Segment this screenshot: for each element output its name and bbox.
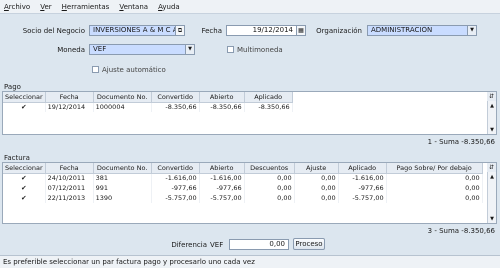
cell-abierto: -977,66 — [199, 183, 245, 193]
cell-abierto: -5.757,00 — [199, 193, 245, 203]
cell-convertido: -977,66 — [151, 183, 200, 193]
cell-convertido: -5.757,00 — [151, 193, 200, 203]
factura-col-header[interactable]: Descuentos — [244, 163, 295, 174]
table-settings-icon[interactable]: ⇵ — [487, 92, 496, 101]
cell-sobre: 0,00 — [386, 193, 483, 203]
cell-aplicado[interactable]: -977,66 — [338, 183, 387, 193]
factura-col-header[interactable]: Documento No. — [93, 163, 152, 174]
select-checkbox[interactable]: ✔ — [3, 173, 46, 183]
cell-fecha: 24/10/2011 — [45, 173, 94, 183]
table-row[interactable]: ✔ 22/11/2013 1390 -5.757,00 -5.757,00 0,… — [3, 193, 483, 203]
scroll-up-icon[interactable]: ▲ — [488, 173, 496, 181]
proceso-button[interactable]: Proceso — [293, 238, 325, 250]
menu-bar: Archivo Ver Herramientas Ventana Ayuda — [0, 0, 500, 14]
cell-ajuste[interactable]: 0,00 — [294, 183, 339, 193]
diferencia-currency: VEF — [210, 241, 224, 249]
pago-table-panel: Seleccionar Fecha Documento No. Converti… — [2, 91, 497, 135]
factura-summary: 3 - Suma -8.350,66 — [427, 227, 495, 235]
fecha-label: Fecha — [201, 27, 222, 35]
moneda-select[interactable]: VEF ▼ — [89, 44, 195, 55]
cell-fecha: 07/12/2011 — [45, 183, 94, 193]
pago-col-header[interactable]: Seleccionar — [3, 92, 46, 103]
pago-title: Pago — [4, 83, 21, 91]
menu-herramientas[interactable]: Herramientas — [62, 3, 110, 11]
factura-col-header[interactable]: Pago Sobre/ Por debajo — [386, 163, 483, 174]
pago-col-header[interactable]: Documento No. — [93, 92, 152, 103]
table-row[interactable]: ✔ 24/10/2011 381 -1.616,00 -1.616,00 0,0… — [3, 173, 483, 183]
lookup-icon[interactable]: ⧉ — [175, 26, 184, 35]
cell-fecha: 19/12/2014 — [45, 102, 94, 112]
pago-col-header[interactable]: Convertido — [151, 92, 200, 103]
pago-summary: 1 - Suma -8.350,66 — [427, 138, 495, 146]
cell-ajuste[interactable]: 0,00 — [294, 193, 339, 203]
factura-col-header[interactable]: Ajuste — [294, 163, 339, 174]
cell-doc: 1000004 — [93, 102, 152, 112]
pago-col-header[interactable]: Abierto — [199, 92, 245, 103]
select-checkbox[interactable]: ✔ — [3, 193, 46, 203]
table-settings-icon[interactable]: ⇵ — [487, 163, 496, 172]
cell-doc: 1390 — [93, 193, 152, 203]
menu-ayuda[interactable]: Ayuda — [158, 3, 180, 11]
cell-abierto: -8.350,66 — [199, 102, 245, 112]
factura-table-panel: Seleccionar Fecha Documento No. Converti… — [2, 162, 497, 224]
cell-abierto: -1.616,00 — [199, 173, 245, 183]
table-row[interactable]: ✔ 19/12/2014 1000004 -8.350,66 -8.350,66… — [3, 102, 293, 112]
pago-col-header[interactable]: Aplicado — [244, 92, 293, 103]
pago-col-header[interactable]: Fecha — [45, 92, 94, 103]
multimoneda-label: Multimoneda — [237, 46, 283, 54]
select-checkbox[interactable]: ✔ — [3, 183, 46, 193]
factura-title: Factura — [4, 154, 30, 162]
chevron-down-icon[interactable]: ▼ — [467, 26, 476, 35]
calendar-icon[interactable]: ▦ — [296, 26, 305, 35]
cell-sobre: 0,00 — [386, 183, 483, 193]
fecha-value: 19/12/2014 — [252, 26, 293, 34]
cell-convertido: -8.350,66 — [151, 102, 200, 112]
factura-col-header[interactable]: Abierto — [199, 163, 245, 174]
cell-doc: 991 — [93, 183, 152, 193]
cell-aplicado[interactable]: -5.757,00 — [338, 193, 387, 203]
cell-aplicado[interactable]: -1.616,00 — [338, 173, 387, 183]
cell-sobre: 0,00 — [386, 173, 483, 183]
menu-ventana[interactable]: Ventana — [119, 3, 148, 11]
scroll-down-icon[interactable]: ▼ — [488, 126, 496, 134]
factura-col-header[interactable]: Fecha — [45, 163, 94, 174]
pago-scrollbar[interactable]: ⇵ ▲ ▼ — [487, 92, 496, 134]
scroll-up-icon[interactable]: ▲ — [488, 102, 496, 110]
socio-label: Socio del Negocio — [22, 27, 85, 35]
cell-descuentos[interactable]: 0,00 — [244, 173, 295, 183]
scroll-down-icon[interactable]: ▼ — [488, 215, 496, 223]
fecha-field[interactable]: 19/12/2014 ▦ — [226, 25, 306, 36]
menu-ver[interactable]: Ver — [40, 3, 51, 11]
factura-table: Seleccionar Fecha Documento No. Converti… — [3, 163, 483, 203]
org-label: Organización — [316, 27, 362, 35]
ajuste-checkbox[interactable] — [92, 66, 99, 73]
socio-value: INVERSIONES A & M C A — [93, 26, 178, 34]
moneda-value: VEF — [93, 45, 107, 53]
socio-field[interactable]: INVERSIONES A & M C A ⧉ — [89, 25, 185, 36]
pago-table: Seleccionar Fecha Documento No. Converti… — [3, 92, 293, 112]
select-checkbox[interactable]: ✔ — [3, 102, 46, 112]
cell-aplicado[interactable]: -8.350,66 — [244, 102, 293, 112]
chevron-down-icon[interactable]: ▼ — [185, 45, 194, 54]
cell-descuentos[interactable]: 0,00 — [244, 193, 295, 203]
cell-convertido: -1.616,00 — [151, 173, 200, 183]
diferencia-label: Diferencia — [171, 241, 207, 249]
org-value: ADMINISTRACIÓN — [371, 26, 433, 34]
ajuste-label: Ajuste automático — [102, 66, 166, 74]
factura-col-header[interactable]: Convertido — [151, 163, 200, 174]
status-bar: Es preferible seleccionar un par factura… — [0, 255, 500, 268]
factura-col-header[interactable]: Seleccionar — [3, 163, 46, 174]
menu-archivo[interactable]: Archivo — [4, 3, 30, 11]
cell-doc: 381 — [93, 173, 152, 183]
diferencia-field: 0,00 — [229, 239, 289, 250]
cell-ajuste[interactable]: 0,00 — [294, 173, 339, 183]
org-select[interactable]: ADMINISTRACIÓN ▼ — [367, 25, 477, 36]
factura-col-header[interactable]: Aplicado — [338, 163, 387, 174]
cell-descuentos[interactable]: 0,00 — [244, 183, 295, 193]
moneda-label: Moneda — [57, 46, 85, 54]
cell-fecha: 22/11/2013 — [45, 193, 94, 203]
table-row[interactable]: ✔ 07/12/2011 991 -977,66 -977,66 0,00 0,… — [3, 183, 483, 193]
multimoneda-checkbox[interactable] — [227, 46, 234, 53]
factura-scrollbar[interactable]: ⇵ ▲ ▼ — [487, 163, 496, 223]
